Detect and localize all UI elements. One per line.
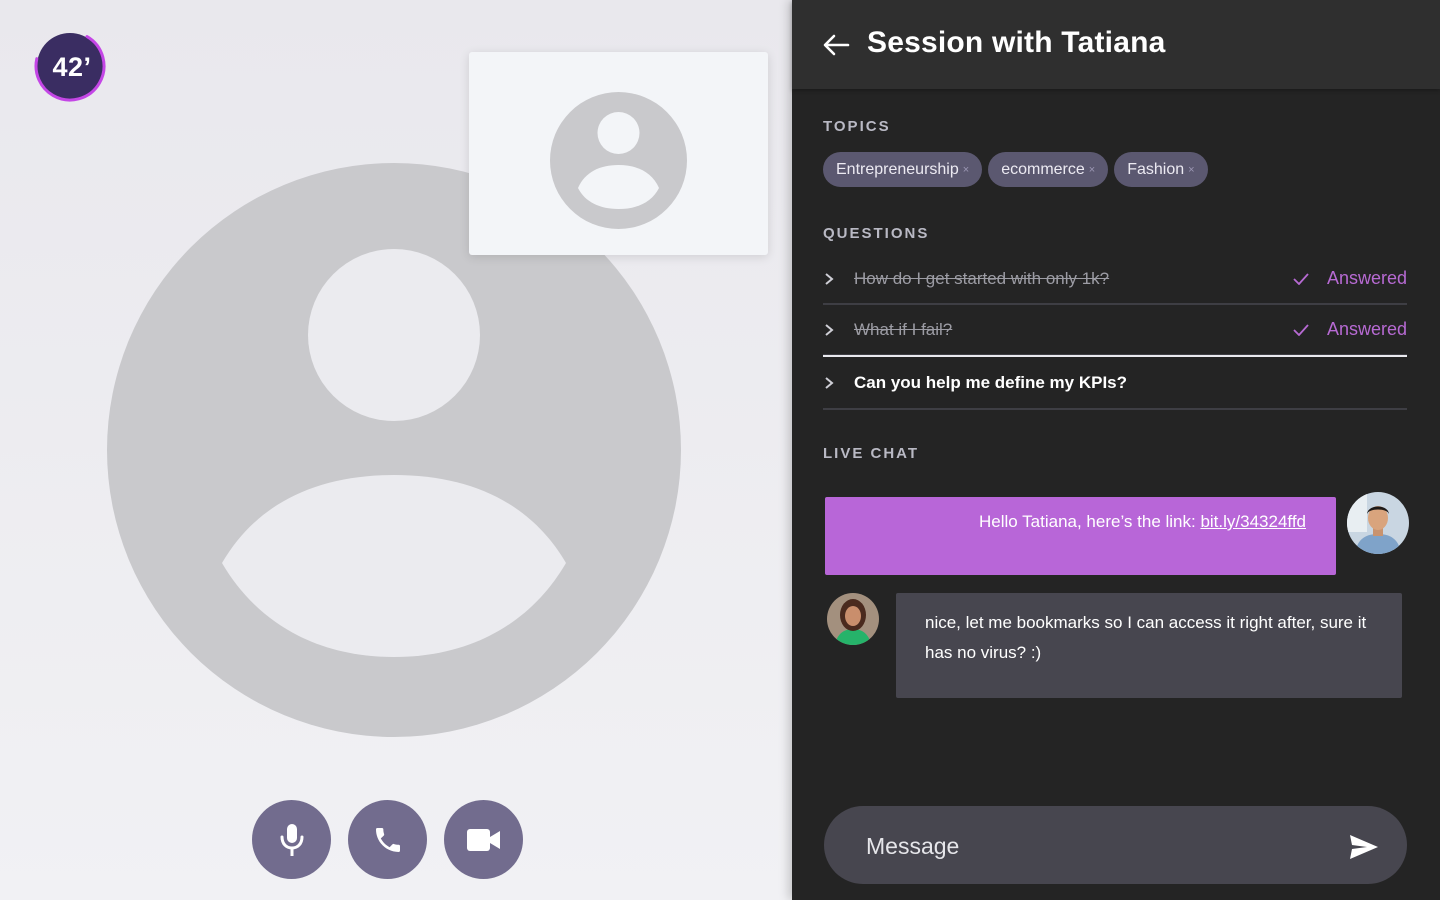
avatar-host [1347, 492, 1409, 554]
question-status: Answered [1293, 319, 1407, 340]
chevron-right-icon [825, 323, 834, 336]
host-avatar-image [1347, 492, 1409, 554]
self-avatar-placeholder [550, 92, 687, 229]
message-composer [824, 806, 1407, 884]
avatar-guest [827, 593, 879, 645]
topic-tag-label: ecommerce [1001, 160, 1085, 178]
message-link[interactable]: bit.ly/34324ffd [1200, 512, 1306, 531]
phone-icon [375, 827, 400, 852]
self-video-preview[interactable] [469, 52, 768, 255]
camera-toggle-button[interactable] [444, 800, 523, 879]
panel-header: Session with Tatiana [792, 0, 1440, 89]
remove-tag-icon[interactable]: × [963, 164, 969, 176]
answered-label: Answered [1326, 319, 1407, 339]
mic-icon [280, 823, 303, 856]
session-panel: Session with Tatiana TOPICS Entrepreneur… [792, 0, 1440, 900]
video-camera-icon [466, 828, 500, 851]
message-text: Hello Tatiana, here’s the link: [979, 512, 1201, 531]
message-input[interactable] [864, 826, 1308, 866]
question-status: Answered [1293, 268, 1407, 289]
question-row[interactable]: What if I fail? Answered [823, 305, 1407, 356]
question-row-active[interactable]: Can you help me define my KPIs? [823, 355, 1407, 410]
topic-tag-label: Entrepreneurship [836, 160, 959, 178]
timer-label: 42’ [52, 51, 92, 82]
remove-tag-icon[interactable]: × [1089, 164, 1095, 176]
topic-tags: Entrepreneurship × ecommerce × Fashion × [823, 152, 1208, 187]
check-icon [1293, 272, 1309, 285]
mute-button[interactable] [252, 800, 331, 879]
topic-tag-label: Fashion [1127, 160, 1185, 178]
topic-tag[interactable]: ecommerce × [988, 152, 1109, 187]
end-call-button[interactable] [348, 800, 427, 879]
question-row[interactable]: How do I get started with only 1k? Answe… [823, 254, 1407, 305]
topics-label: TOPICS [823, 118, 891, 135]
guest-avatar-image [827, 593, 879, 645]
check-icon [1293, 323, 1309, 336]
call-controls [252, 800, 523, 879]
video-stage: 42’ [0, 0, 792, 900]
chevron-right-icon [825, 376, 834, 389]
message-text: nice, let me bookmarks so I can access i… [925, 613, 1367, 662]
chevron-right-icon [825, 272, 834, 285]
topic-tag[interactable]: Fashion × [1114, 152, 1208, 187]
question-text: Can you help me define my KPIs? [854, 372, 1128, 392]
send-icon[interactable] [1349, 834, 1379, 860]
question-text: How do I get started with only 1k? [854, 268, 1110, 288]
question-list: How do I get started with only 1k? Answe… [823, 254, 1407, 410]
arrow-left-icon[interactable] [822, 33, 850, 57]
page-title: Session with Tatiana [867, 26, 1166, 59]
topic-tag[interactable]: Entrepreneurship × [823, 152, 983, 187]
remove-tag-icon[interactable]: × [1188, 164, 1194, 176]
questions-label: QUESTIONS [823, 225, 930, 242]
chat-message-outgoing: Hello Tatiana, here’s the link: bit.ly/3… [825, 497, 1336, 575]
live-chat-label: LIVE CHAT [823, 445, 920, 462]
session-timer: 42’ [34, 30, 106, 102]
question-text: What if I fail? [854, 319, 953, 339]
chat-message-incoming: nice, let me bookmarks so I can access i… [896, 593, 1402, 698]
answered-label: Answered [1326, 268, 1407, 288]
